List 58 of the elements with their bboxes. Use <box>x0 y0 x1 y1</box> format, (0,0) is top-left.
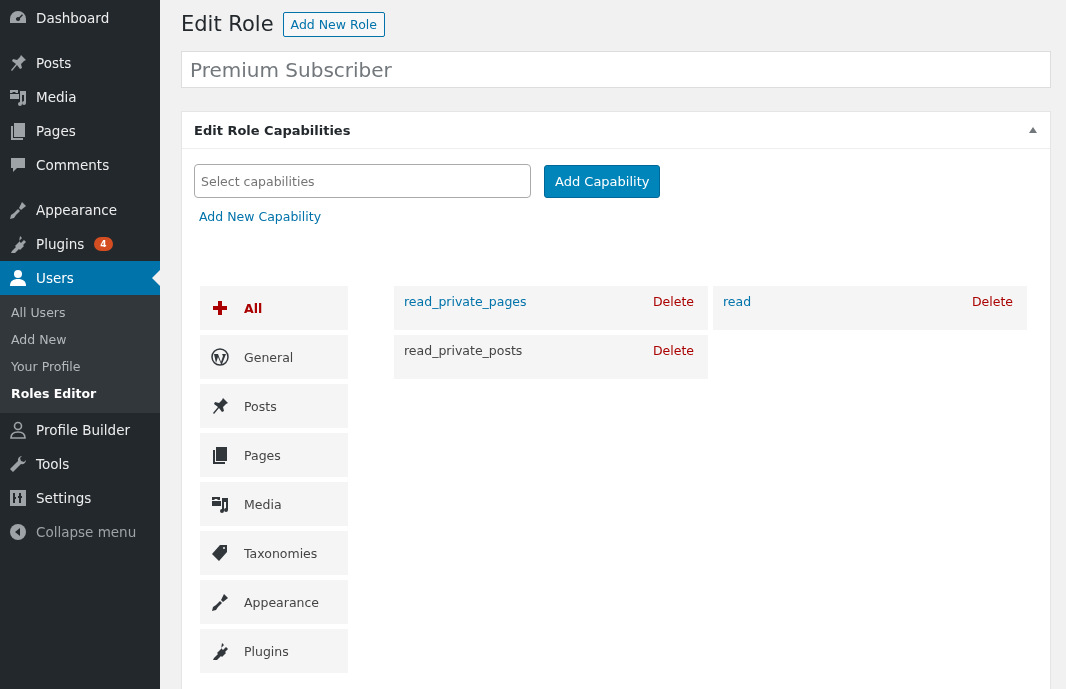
count-badge: 4 <box>94 237 113 251</box>
menu-item[interactable]: Appearance <box>0 193 160 227</box>
submenu-item[interactable]: Add New <box>0 326 160 353</box>
capability-name[interactable]: read_private_pages <box>404 294 527 330</box>
category-tab[interactable]: Pages <box>200 433 348 477</box>
media-icon <box>8 87 28 107</box>
submenu-item[interactable]: Roles Editor <box>0 380 160 407</box>
capability-name[interactable]: read <box>723 294 752 330</box>
toggle-arrow-icon[interactable] <box>1028 125 1038 135</box>
wordpress-icon <box>210 347 230 367</box>
menu-item[interactable]: Collapse menu <box>0 515 160 549</box>
add-new-capability-link[interactable]: Add New Capability <box>199 209 322 224</box>
user-icon <box>8 268 28 288</box>
menu-item[interactable]: Profile Builder <box>0 413 160 447</box>
menu-item[interactable]: Dashboard <box>0 1 160 35</box>
pages-icon <box>8 121 28 141</box>
speech-bubble-icon <box>8 155 28 175</box>
plus-icon <box>210 298 230 318</box>
menu-item[interactable]: Tools <box>0 447 160 481</box>
add-capability-button[interactable]: Add Capability <box>544 164 661 198</box>
category-tab[interactable]: All <box>200 286 348 330</box>
paintbrush-icon <box>210 592 230 612</box>
delete-link[interactable]: Delete <box>652 343 694 379</box>
category-tab[interactable]: Taxonomies <box>200 531 348 575</box>
menu-item[interactable]: Comments <box>0 148 160 182</box>
wrench-icon <box>8 454 28 474</box>
collapse-icon <box>8 522 28 542</box>
submenu-item[interactable]: Your Profile <box>0 353 160 380</box>
plug-icon <box>210 641 230 661</box>
plug-icon <box>8 234 28 254</box>
capabilities-select-field[interactable]: Select capabilities <box>194 164 531 198</box>
delete-link[interactable]: Delete <box>652 294 694 330</box>
sliders-icon <box>8 488 28 508</box>
role-name-field[interactable]: Premium Subscriber <box>181 51 1051 88</box>
menu-item[interactable]: Plugins 4 <box>0 227 160 261</box>
user-outline-icon <box>8 420 28 440</box>
tag-icon <box>210 543 230 563</box>
category-tab[interactable]: General <box>200 335 348 379</box>
menu-item[interactable]: Settings <box>0 481 160 515</box>
menu-item[interactable]: Users <box>0 261 160 295</box>
paintbrush-icon <box>8 200 28 220</box>
pushpin-icon <box>210 396 230 416</box>
pushpin-icon <box>8 53 28 73</box>
panel-title: Edit Role Capabilities <box>194 122 351 138</box>
page-title: Edit Role <box>181 12 274 36</box>
capability-name: read_private_posts <box>404 343 523 360</box>
delete-link[interactable]: Delete <box>971 294 1013 330</box>
menu-item[interactable]: Media <box>0 80 160 114</box>
menu-item[interactable]: Pages <box>0 114 160 148</box>
add-new-role-button[interactable]: Add New Role <box>282 11 385 37</box>
pages-icon <box>210 445 230 465</box>
menu-item[interactable]: Posts <box>0 46 160 80</box>
category-tab[interactable]: Appearance <box>200 580 348 624</box>
category-tab[interactable]: Media <box>200 482 348 526</box>
category-tab[interactable]: Plugins <box>200 629 348 673</box>
media-icon <box>210 494 230 514</box>
category-tab[interactable]: Posts <box>200 384 348 428</box>
submenu-item[interactable]: All Users <box>0 299 160 326</box>
